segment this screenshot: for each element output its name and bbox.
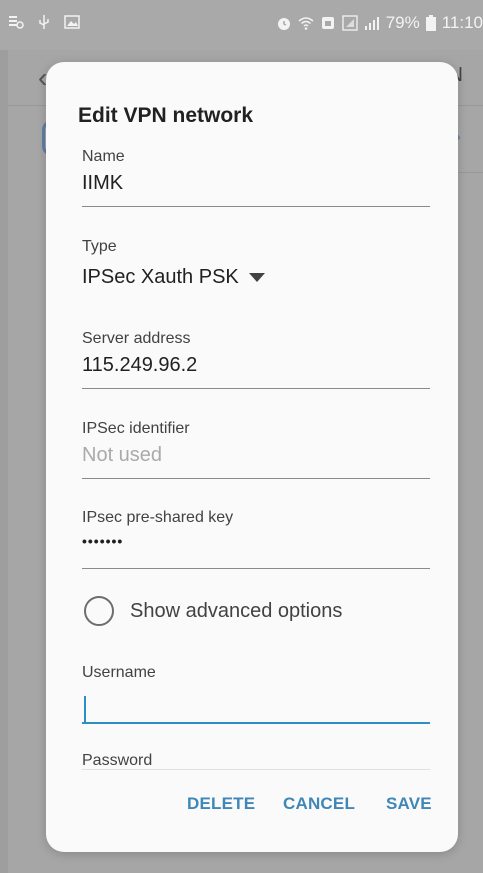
password-label: Password [82,752,153,769]
server-address-field[interactable]: Server address 115.249.96.2 [82,330,430,390]
gallery-icon [64,15,80,29]
dialog-title: Edit VPN network [78,104,254,127]
usb-icon [39,15,49,29]
username-label: Username [82,664,156,681]
ipsec-identifier-input[interactable]: Not used [82,444,430,467]
text-cursor [84,696,86,722]
server-address-label: Server address [82,330,191,347]
show-advanced-options-label: Show advanced options [130,599,343,622]
save-button[interactable]: SAVE [386,794,432,814]
signal-strength-icon [364,17,379,30]
ipsec-identifier-underline [82,478,430,479]
name-input[interactable]: IIMK [82,172,430,195]
type-label: Type [82,238,117,255]
edit-vpn-dialog: Edit VPN network Name IIMK Type IPSec Xa… [46,62,458,852]
battery-icon [425,15,436,31]
ipsec-identifier-label: IPSec identifier [82,420,190,437]
name-underline [82,206,430,207]
username-underline [82,722,430,724]
status-bar: 79% 11:10 [0,0,483,50]
dialog-actions: DELETE CANCEL SAVE [46,794,458,830]
ipsec-identifier-field[interactable]: IPSec identifier Not used [82,420,430,480]
delete-button[interactable]: DELETE [187,794,255,814]
dropdown-arrow-icon [248,273,265,282]
screen: 79% 11:10 ‹ N › Edit VPN network Name II… [0,0,483,873]
status-time: 11:10 [441,13,483,32]
ipsec-psk-field[interactable]: IPsec pre-shared key ••••••• [82,509,430,569]
notification-settings-icon [9,16,24,29]
scroll-divider [82,769,430,770]
password-field[interactable]: Password [82,752,430,774]
type-field[interactable]: Type IPSec Xauth PSK [82,238,430,298]
ipsec-psk-underline [82,568,430,569]
name-label: Name [82,148,125,165]
alarm-icon [277,18,290,30]
ipsec-psk-input[interactable]: ••••••• [82,533,430,549]
cancel-button[interactable]: CANCEL [283,794,355,814]
ipsec-psk-label: IPsec pre-shared key [82,509,234,526]
name-field[interactable]: Name IIMK [82,148,430,208]
show-advanced-options-toggle[interactable]: Show advanced options [84,596,342,626]
server-address-underline [82,388,430,389]
type-dropdown[interactable]: IPSec Xauth PSK [82,266,430,289]
battery-percentage: 79% [385,13,420,32]
data-saver-icon [321,17,334,29]
type-selected-value: IPSec Xauth PSK [82,266,239,288]
signal-box-icon [342,15,358,31]
username-field[interactable]: Username [82,664,430,724]
server-address-input[interactable]: 115.249.96.2 [82,354,430,377]
radio-button[interactable] [84,596,114,626]
wifi-icon [298,17,314,30]
